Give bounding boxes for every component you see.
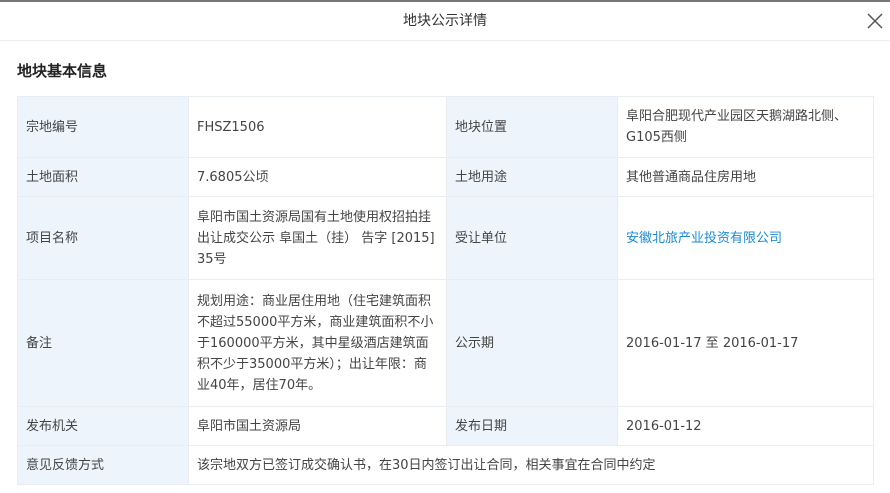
table-row: 项目名称 阜阳市国土资源局国有土地使用权招拍挂出让成交公示 阜国土（挂） 告字 … [17, 196, 874, 280]
value-location: 阜阳合肥现代产业园区天鹅湖路北侧、G105西侧 [617, 96, 874, 158]
transferee-link[interactable]: 安徽北旅产业投资有限公司 [626, 231, 782, 246]
label-project-name: 项目名称 [17, 196, 189, 280]
value-notice-period: 2016-01-17 至 2016-01-17 [617, 279, 874, 407]
label-issuer: 发布机关 [17, 406, 189, 446]
label-location: 地块位置 [446, 96, 618, 158]
table-row: 备注 规划用途：商业居住用地（住宅建筑面积不超过55000平方米，商业建筑面积不… [17, 279, 874, 407]
dialog-title: 地块公示详情 [403, 13, 487, 29]
value-publish-date: 2016-01-12 [617, 406, 874, 446]
table-row: 发布机关 阜阳市国土资源局 发布日期 2016-01-12 [17, 406, 874, 446]
label-notice-period: 公示期 [446, 279, 618, 407]
label-usage: 土地用途 [446, 157, 618, 197]
value-issuer: 阜阳市国土资源局 [188, 406, 447, 446]
table-row: 土地面积 7.6805公顷 土地用途 其他普通商品住房用地 [17, 157, 874, 197]
close-icon[interactable] [866, 12, 884, 30]
table-row: 意见反馈方式 该宗地双方已签订成交确认书，在30日内签订出让合同，相关事宜在合同… [17, 445, 874, 485]
label-area: 土地面积 [17, 157, 189, 197]
value-project-name: 阜阳市国土资源局国有土地使用权招拍挂出让成交公示 阜国土（挂） 告字 [2015… [188, 196, 447, 280]
land-info-table: 宗地编号 FHSZ1506 地块位置 阜阳合肥现代产业园区天鹅湖路北侧、G105… [17, 96, 874, 485]
label-publish-date: 发布日期 [446, 406, 618, 446]
value-remarks: 规划用途：商业居住用地（住宅建筑面积不超过55000平方米，商业建筑面积不小于1… [188, 279, 447, 407]
dialog-header: 地块公示详情 [0, 2, 890, 41]
value-feedback: 该宗地双方已签订成交确认书，在30日内签订出让合同，相关事宜在合同中约定 [188, 445, 874, 485]
value-area: 7.6805公顷 [188, 157, 447, 197]
value-parcel-no: FHSZ1506 [188, 96, 447, 158]
table-row: 宗地编号 FHSZ1506 地块位置 阜阳合肥现代产业园区天鹅湖路北侧、G105… [17, 96, 874, 158]
label-transferee: 受让单位 [446, 196, 618, 280]
section-title: 地块基本信息 [17, 62, 108, 80]
label-remarks: 备注 [17, 279, 189, 407]
label-feedback: 意见反馈方式 [17, 445, 189, 485]
label-parcel-no: 宗地编号 [17, 96, 189, 158]
value-usage: 其他普通商品住房用地 [617, 157, 874, 197]
